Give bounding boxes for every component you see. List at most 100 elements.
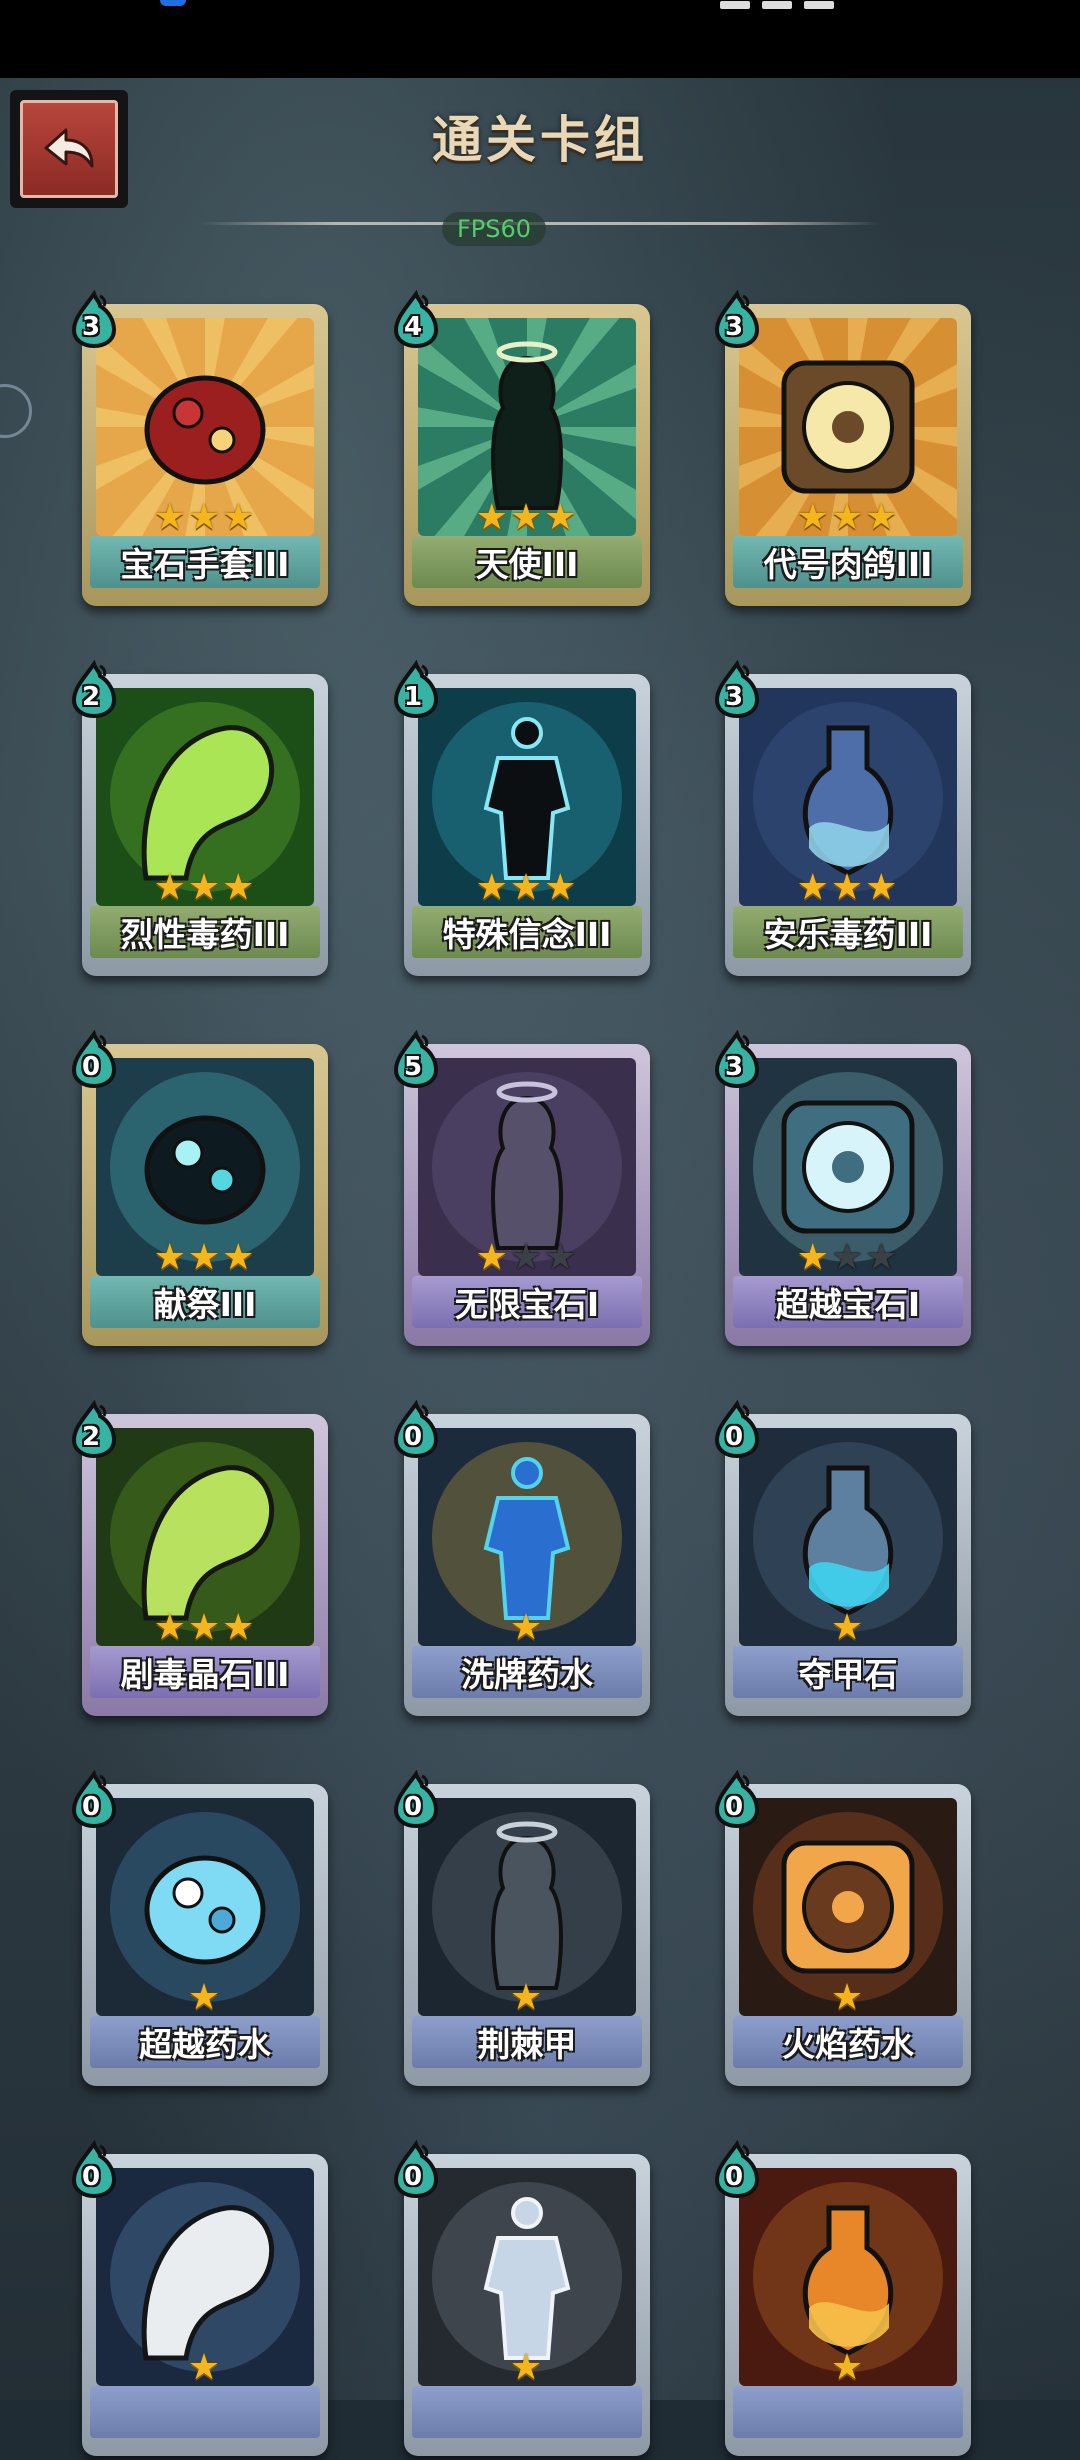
star-icon: ★ (544, 867, 579, 908)
card-9[interactable]: ★★★ 超越宝石I 3 (713, 1030, 983, 1350)
card-frame: ★★★ 安乐毒药III (725, 674, 971, 976)
cost-value: 0 (724, 1792, 744, 1822)
cost-value: 0 (403, 1792, 423, 1822)
star-rating: ★★★ (725, 500, 971, 536)
card-13[interactable]: ★ 超越药水 0 (70, 1770, 340, 2090)
card-3[interactable]: ★★★ 代号肉鸽III 3 (713, 290, 983, 610)
star-icon: ★ (187, 2347, 223, 2388)
cost-value: 1 (403, 682, 423, 712)
card-6[interactable]: ★★★ 安乐毒药III 3 (713, 660, 983, 980)
star-icon: ★ (544, 497, 579, 538)
cost-badge: 0 (392, 1400, 440, 1458)
star-icon: ★ (187, 1977, 223, 2018)
star-rating: ★ (725, 1610, 971, 1646)
star-icon: ★ (475, 1237, 510, 1278)
cost-value: 3 (81, 312, 101, 342)
star-icon: ★ (830, 1607, 866, 1648)
cost-value: 3 (724, 312, 744, 342)
card-name: 夺甲石 (733, 1646, 963, 1698)
card-frame: ★★★ 剧毒晶石III (82, 1414, 328, 1716)
card-7[interactable]: ★★★ 献祭III 0 (70, 1030, 340, 1350)
cost-badge: 0 (392, 2140, 440, 2198)
cost-badge: 0 (70, 1770, 118, 1828)
card-frame: ★★★ 特殊信念III (404, 674, 650, 976)
card-name (90, 2386, 320, 2438)
card-name: 代号肉鸽III (733, 536, 963, 588)
card-frame: ★ (82, 2154, 328, 2456)
card-name: 特殊信念III (412, 906, 642, 958)
star-icon: ★ (509, 867, 545, 908)
star-icon: ★ (222, 497, 257, 538)
star-rating: ★★★ (404, 1240, 650, 1276)
cost-value: 2 (81, 682, 101, 712)
star-icon: ★ (187, 867, 223, 908)
cost-value: 0 (724, 2162, 744, 2192)
star-icon: ★ (475, 867, 510, 908)
cost-value: 0 (403, 1422, 423, 1452)
card-name (733, 2386, 963, 2438)
cost-badge: 3 (70, 290, 118, 348)
status-indicator (160, 0, 186, 6)
card-frame: ★★★ 天使III (404, 304, 650, 606)
cost-badge: 3 (713, 660, 761, 718)
cost-badge: 3 (713, 290, 761, 348)
card-8[interactable]: ★★★ 无限宝石I 5 (392, 1030, 662, 1350)
star-icon: ★ (830, 2347, 866, 2388)
card-name (412, 2386, 642, 2438)
fps-counter: FPS60 (442, 212, 546, 246)
cost-value: 4 (403, 312, 423, 342)
star-rating: ★★★ (725, 1240, 971, 1276)
card-name: 天使III (412, 536, 642, 588)
star-icon: ★ (865, 497, 900, 538)
star-rating: ★ (404, 2350, 650, 2386)
card-5[interactable]: ★★★ 特殊信念III 1 (392, 660, 662, 980)
star-icon: ★ (830, 867, 866, 908)
star-icon: ★ (153, 1237, 188, 1278)
card-name: 宝石手套III (90, 536, 320, 588)
star-icon: ★ (187, 1607, 223, 1648)
star-rating: ★★★ (82, 1610, 328, 1646)
card-2[interactable]: ★★★ 天使III 4 (392, 290, 662, 610)
card-12[interactable]: ★ 夺甲石 0 (713, 1400, 983, 1720)
star-icon: ★ (796, 1237, 831, 1278)
card-10[interactable]: ★★★ 剧毒晶石III 2 (70, 1400, 340, 1720)
page-title: 通关卡组 (432, 111, 648, 169)
card-frame: ★ (404, 2154, 650, 2456)
card-name: 超越宝石I (733, 1276, 963, 1328)
cost-badge: 5 (392, 1030, 440, 1088)
card-1[interactable]: ★★★ 宝石手套III 3 (70, 290, 340, 610)
star-icon: ★ (187, 1237, 223, 1278)
card-11[interactable]: ★ 洗牌药水 0 (392, 1400, 662, 1720)
card-16[interactable]: ★ 0 (70, 2140, 340, 2460)
cost-badge: 0 (713, 2140, 761, 2198)
card-15[interactable]: ★ 火焰药水 0 (713, 1770, 983, 2090)
star-icon: ★ (830, 497, 866, 538)
cost-badge: 2 (70, 1400, 118, 1458)
star-icon: ★ (796, 497, 831, 538)
card-name: 超越药水 (90, 2016, 320, 2068)
card-14[interactable]: ★ 荆棘甲 0 (392, 1770, 662, 2090)
star-rating: ★ (404, 1980, 650, 2016)
card-frame: ★ 火焰药水 (725, 1784, 971, 2086)
star-rating: ★★★ (82, 870, 328, 906)
cost-badge: 0 (70, 2140, 118, 2198)
card-18[interactable]: ★ 0 (713, 2140, 983, 2460)
star-icon: ★ (509, 2347, 545, 2388)
star-icon: ★ (509, 1977, 545, 2018)
cost-value: 5 (403, 1052, 423, 1082)
star-icon: ★ (830, 1977, 866, 2018)
cost-value: 2 (81, 1422, 101, 1452)
card-name: 献祭III (90, 1276, 320, 1328)
card-name: 剧毒晶石III (90, 1646, 320, 1698)
cost-badge: 0 (713, 1400, 761, 1458)
star-icon: ★ (509, 1237, 545, 1278)
star-icon: ★ (544, 1237, 579, 1278)
star-icon: ★ (475, 497, 510, 538)
star-rating: ★★★ (82, 500, 328, 536)
card-4[interactable]: ★★★ 烈性毒药III 2 (70, 660, 340, 980)
card-17[interactable]: ★ 0 (392, 2140, 662, 2460)
star-icon: ★ (509, 1607, 545, 1648)
card-name: 无限宝石I (412, 1276, 642, 1328)
star-icon: ★ (222, 867, 257, 908)
star-icon: ★ (796, 867, 831, 908)
